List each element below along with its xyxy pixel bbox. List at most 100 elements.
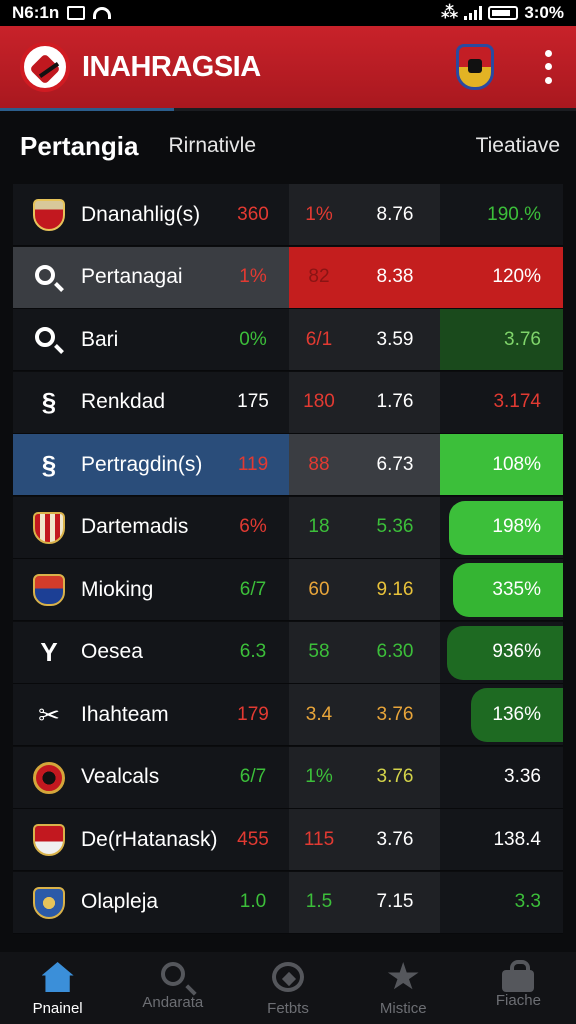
- row-value-4: 3.76: [504, 328, 541, 350]
- table-row[interactable]: Dnanahlig(s) 360 1% 8.76 190.%: [13, 184, 563, 246]
- row-value-4: 198%: [492, 516, 541, 537]
- row-value-2: 3.4: [305, 703, 333, 725]
- home-icon: [41, 962, 74, 992]
- row-value-1: 360: [237, 203, 269, 225]
- row-name: Renkdad: [81, 390, 166, 413]
- app-bar: INAHRAGSIA: [0, 26, 576, 108]
- search-icon: [35, 264, 55, 285]
- row-name: Mioking: [81, 577, 154, 601]
- row-value-3: 3.59: [376, 328, 414, 350]
- row-value-1: 0%: [239, 328, 267, 350]
- row-value-3: 9.16: [376, 578, 414, 600]
- row-value-4: 108%: [492, 453, 541, 475]
- table-row[interactable]: Y Oesea 6.3 58 6.30 936%: [13, 621, 563, 684]
- nav-label: Mistice: [379, 1000, 427, 1017]
- row-value-4: 936%: [492, 641, 541, 662]
- nav-label: Fiache: [495, 992, 541, 1009]
- club-crest-icon: [33, 511, 65, 544]
- club-crest-icon: [33, 574, 65, 606]
- row-value-4: 3.36: [504, 766, 541, 787]
- row-value-2: 1%: [305, 766, 333, 787]
- row-value-2: 6/1: [305, 328, 333, 350]
- row-value-4: 138.4: [493, 828, 541, 850]
- row-name: Oesea: [81, 640, 143, 663]
- table-row[interactable]: Vealcals 6/7 1% 3.76 3.36: [13, 746, 563, 809]
- search-icon: [35, 327, 55, 347]
- row-value-3: 3.76: [376, 828, 414, 850]
- row-value-1: 6/7: [239, 578, 267, 600]
- row-value-3: 5.36: [376, 516, 414, 537]
- row-value-4: 335%: [492, 578, 541, 600]
- football-icon: [272, 962, 304, 992]
- bottom-navigation: Pnainel Andarata Fetbts Mistice Fiache: [0, 952, 576, 1024]
- table-row[interactable]: § Pertragdin(s) 119 88 6.73 108%: [13, 434, 563, 496]
- row-name: Dartemadis: [81, 515, 189, 538]
- row-value-1: 6/7: [239, 766, 267, 787]
- row-value-2: 18: [308, 516, 330, 537]
- row-value-1: 175: [237, 391, 269, 412]
- battery-icon: [488, 6, 519, 20]
- row-value-4: 190.%: [487, 203, 541, 225]
- bluetooth-icon: ⁂: [440, 3, 459, 22]
- club-crest-icon: [33, 824, 65, 856]
- club-crest-icon: [33, 761, 65, 794]
- section-title: Pertangia: [20, 130, 139, 161]
- nav-item-star[interactable]: Mistice: [346, 952, 461, 1024]
- row-value-3: 3.76: [376, 703, 414, 725]
- table-row[interactable]: De(rHatanask) 455 115 3.76 138.4: [13, 809, 563, 871]
- row-name: Dnanahlig(s): [81, 202, 201, 226]
- club-crest-icon: [33, 199, 65, 231]
- search-icon: [160, 962, 185, 986]
- table-row[interactable]: Mioking 6/7 60 9.16 335%: [13, 559, 563, 621]
- column-header-tieatiave[interactable]: Tieatiave: [476, 134, 560, 158]
- app-logo[interactable]: [20, 42, 70, 92]
- row-value-2: 1.5: [305, 891, 333, 912]
- standings-table: Dnanahlig(s) 360 1% 8.76 190.% Pertanaga…: [13, 184, 563, 934]
- row-value-1: 1%: [239, 266, 267, 287]
- row-value-1: 1.0: [239, 891, 267, 912]
- table-row[interactable]: § Renkdad 175 180 1.76 3.174: [13, 371, 563, 434]
- table-header: Pertangia Rirnativle Tieatiave: [20, 124, 560, 168]
- row-value-4: 3.174: [493, 391, 541, 412]
- row-value-4: 120%: [492, 266, 541, 287]
- star-icon: [387, 962, 419, 990]
- row-name: De(rHatanask): [81, 827, 218, 851]
- fork-icon: Y: [40, 637, 58, 667]
- row-value-3: 1.76: [376, 391, 414, 412]
- table-row[interactable]: ✂ Ihahteam 179 3.4 3.76 136%: [13, 684, 563, 746]
- table-row[interactable]: Bari 0% 6/1 3.59 3.76: [13, 309, 563, 371]
- nav-item-search[interactable]: Andarata: [115, 952, 230, 1024]
- nav-item-football[interactable]: Fetbts: [230, 952, 345, 1024]
- row-name: Pertragdin(s): [81, 452, 203, 476]
- link-icon: §: [41, 387, 57, 417]
- row-value-4: 3.3: [514, 891, 541, 912]
- hotspot-icon: [93, 7, 112, 19]
- table-row[interactable]: Pertanagai 1% 82 8.38 120%: [13, 246, 563, 309]
- row-value-2: 180: [303, 391, 335, 412]
- row-value-3: 3.76: [376, 766, 414, 787]
- lock-icon: [502, 960, 535, 992]
- link-icon: §: [41, 449, 57, 480]
- row-value-1: 119: [237, 453, 269, 475]
- tab-indicator: [0, 108, 576, 111]
- row-name: Ihahteam: [81, 702, 169, 726]
- signal-icon: [464, 6, 483, 20]
- status-time: N6:1n: [12, 3, 60, 22]
- row-value-3: 6.73: [376, 453, 414, 475]
- table-row[interactable]: Olapleja 1.0 1.5 7.15 3.3: [13, 871, 563, 934]
- nav-label: Andarata: [142, 994, 204, 1011]
- scissors-icon: ✂: [38, 699, 60, 730]
- nav-item-home[interactable]: Pnainel: [0, 952, 115, 1024]
- team-crest-icon[interactable]: [456, 44, 494, 90]
- gallery-icon: [67, 6, 86, 20]
- row-value-3: 6.30: [376, 641, 414, 662]
- row-value-2: 88: [308, 453, 330, 475]
- nav-item-lock[interactable]: Fiache: [461, 952, 576, 1024]
- column-header-rating[interactable]: Rirnativle: [169, 134, 257, 158]
- status-bar: N6:1n ⁂ 3:0%: [0, 0, 576, 26]
- row-value-2: 115: [303, 828, 335, 850]
- app-title: INAHRAGSIA: [82, 50, 261, 83]
- more-options-icon[interactable]: [540, 47, 556, 87]
- row-value-1: 455: [237, 828, 269, 850]
- table-row[interactable]: Dartemadis 6% 18 5.36 198%: [13, 496, 563, 559]
